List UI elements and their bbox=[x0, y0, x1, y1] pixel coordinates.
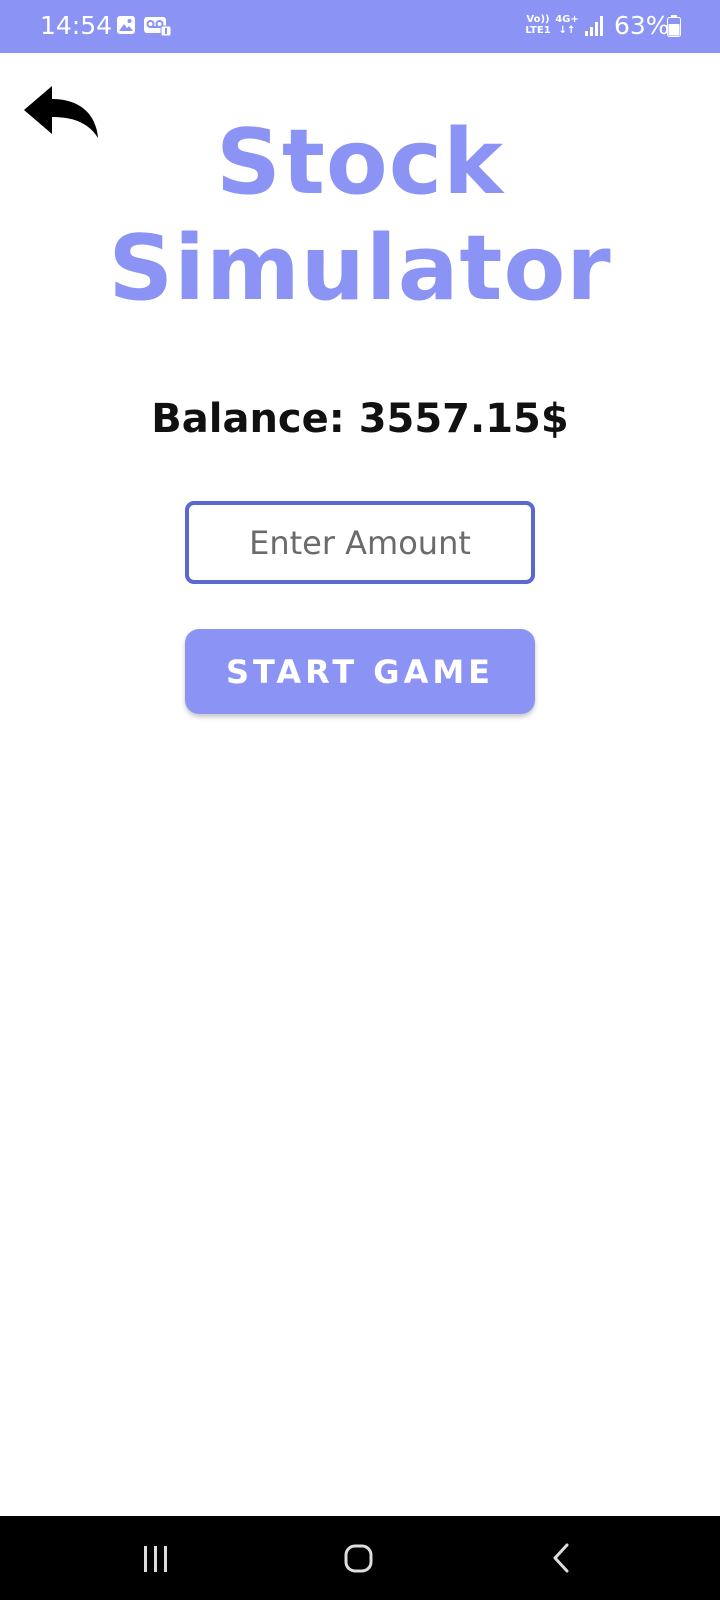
system-back-button[interactable] bbox=[500, 1516, 620, 1600]
page-title: Stock Simulator bbox=[60, 110, 660, 322]
recents-icon bbox=[144, 1546, 167, 1572]
battery-icon bbox=[667, 15, 681, 37]
recents-button[interactable] bbox=[96, 1516, 216, 1600]
title-line-1: Stock bbox=[216, 110, 504, 215]
volte-line1: Vo)) bbox=[526, 14, 550, 25]
volte-icon: Vo)) LTE1 bbox=[523, 14, 553, 38]
network-line2: ↓↑ bbox=[558, 25, 576, 36]
back-icon bbox=[553, 1543, 569, 1573]
title-line-2: Simulator bbox=[108, 216, 612, 321]
network-4g-icon: 4G+ ↓↑ bbox=[555, 14, 579, 38]
home-button[interactable] bbox=[298, 1516, 418, 1600]
screen: 14:54 Vo)) LTE1 4G+ ↓↑ 63% Stock Simulat… bbox=[0, 0, 720, 1600]
network-line1: 4G+ bbox=[555, 14, 579, 25]
amount-input[interactable] bbox=[185, 501, 535, 584]
status-time: 14:54 bbox=[40, 11, 113, 40]
start-game-button[interactable]: START GAME bbox=[185, 629, 535, 714]
home-icon bbox=[344, 1544, 373, 1573]
volte-line2: LTE1 bbox=[525, 25, 551, 36]
navigation-bar bbox=[0, 1516, 720, 1600]
balance-label: Balance: 3557.15$ bbox=[151, 396, 569, 442]
voicemail-icon bbox=[144, 17, 171, 36]
battery-percent: 63% bbox=[614, 11, 670, 40]
gallery-icon bbox=[117, 16, 135, 34]
status-bar: 14:54 Vo)) LTE1 4G+ ↓↑ 63% bbox=[0, 0, 720, 53]
signal-icon bbox=[585, 16, 603, 36]
